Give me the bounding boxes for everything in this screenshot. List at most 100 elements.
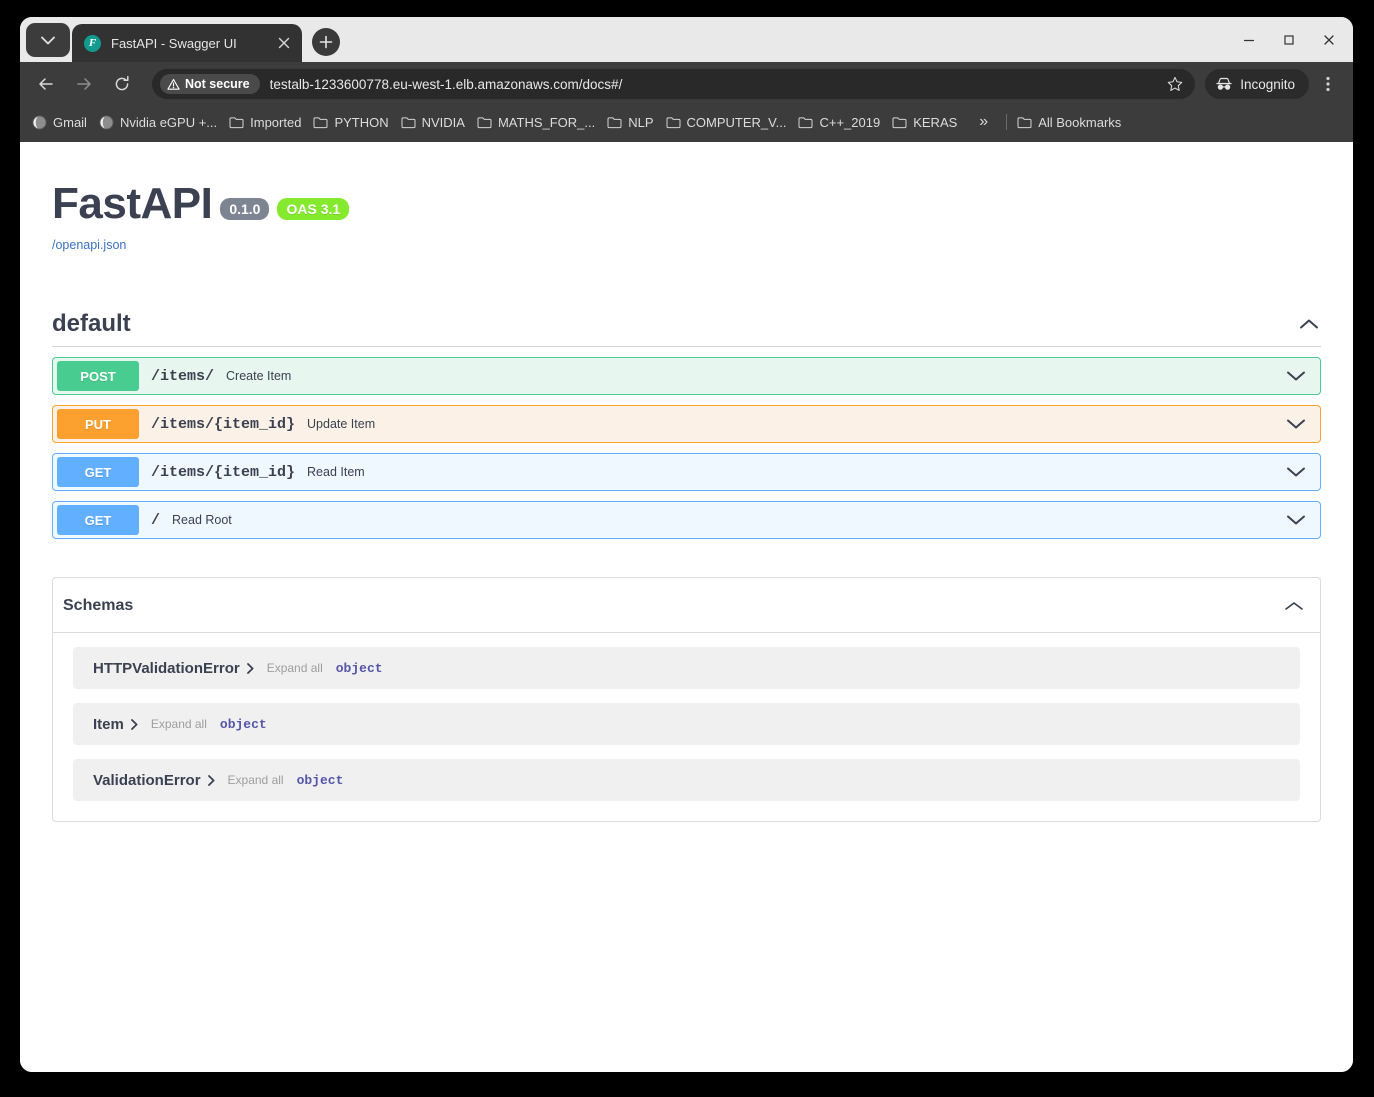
schema-expand-all-label[interactable]: Expand all [228,773,284,787]
incognito-indicator[interactable]: Incognito [1205,69,1309,99]
chevron-right-icon[interactable] [207,774,215,786]
maximize-button[interactable] [1271,22,1307,58]
schemas-collapse-chevron-up-icon[interactable] [1282,594,1306,618]
close-icon [1324,34,1334,45]
tag-header[interactable]: default [52,310,1321,347]
bookmarks-bar: Gmail Nvidia eGPU +... Imported PYTHON N… [20,106,1353,142]
chevron-up-icon [1285,602,1303,610]
chevron-right-icon[interactable] [246,662,254,674]
bookmark-label: NVIDIA [421,114,465,130]
tag-name: default [52,310,131,337]
bookmark-folder-keras[interactable]: KERAS [892,115,957,130]
new-tab-button[interactable] [312,28,340,56]
chevron-right-icon[interactable] [130,718,138,730]
back-button[interactable] [30,68,62,100]
tag-collapse-chevron-up-icon[interactable] [1297,312,1321,336]
api-version-badge: 0.1.0 [220,198,270,220]
http-method-badge: GET [57,457,139,487]
security-status-chip[interactable]: Not secure [160,74,260,94]
tab-search-button[interactable] [26,23,70,57]
all-bookmarks-label: All Bookmarks [1038,114,1122,130]
reload-button[interactable] [106,68,138,100]
bookmark-gmail[interactable]: Gmail [32,115,87,130]
bookmark-star-icon[interactable] [1161,70,1189,98]
bookmarks-overflow-button[interactable]: » [969,113,998,131]
page-title: FastAPI [52,179,213,228]
schema-type: object [219,716,267,732]
tab-close-icon[interactable] [274,33,294,53]
operation-expand-chevron-down-icon[interactable] [1284,460,1308,484]
operation-post-items[interactable]: POST /items/ Create Item [52,357,1321,395]
api-title-row: FastAPI 0.1.0 OAS 3.1 [52,182,1321,226]
schemas-block: Schemas HTTPValidationError Expand all o… [52,577,1321,822]
folder-icon [477,116,492,128]
folder-icon [1017,116,1032,128]
page-viewport: FastAPI 0.1.0 OAS 3.1 /openapi.json defa… [20,142,1353,1072]
operation-summary: Read Root [172,513,232,527]
tab-strip: F FastAPI - Swagger UI [20,17,1353,62]
browser-window: F FastAPI - Swagger UI Not secure testal… [20,17,1353,1072]
schemas-title: Schemas [63,597,134,614]
address-bar[interactable]: Not secure testalb-1233600778.eu-west-1.… [152,69,1196,99]
bookmark-label: KERAS [913,114,958,130]
operation-path: /items/{item_id} [151,463,296,481]
bookmark-label: NLP [628,114,654,130]
operation-get-root[interactable]: GET / Read Root [52,501,1321,539]
operation-summary: Create Item [226,369,292,383]
chevron-down-icon [1287,467,1305,477]
schema-row-item[interactable]: Item Expand all object [73,703,1300,745]
close-icon [278,37,290,49]
api-info-block: FastAPI 0.1.0 OAS 3.1 /openapi.json [52,182,1321,252]
window-controls [1227,17,1353,62]
folder-icon [892,116,907,128]
globe-icon [99,114,114,130]
operation-summary: Update Item [307,417,376,431]
close-button[interactable] [1311,22,1347,58]
operation-expand-chevron-down-icon[interactable] [1284,508,1308,532]
bookmark-folder-python[interactable]: PYTHON [313,115,389,130]
bookmark-folder-computer-v[interactable]: COMPUTER_V... [666,114,787,130]
operation-expand-chevron-down-icon[interactable] [1284,412,1308,436]
operation-expand-chevron-down-icon[interactable] [1284,364,1308,388]
forward-button[interactable] [68,68,100,100]
plus-icon [319,35,333,49]
all-bookmarks-button[interactable]: All Bookmarks [1017,115,1121,130]
browser-menu-button[interactable] [1313,69,1343,99]
chevron-down-icon [41,36,55,44]
bookmark-folder-nlp[interactable]: NLP [607,114,654,130]
schema-name: ValidationError [93,771,201,789]
bookmark-folder-nvidia[interactable]: NVIDIA [401,115,465,130]
operation-path: /items/ [151,367,215,385]
bookmark-folder-maths-for[interactable]: MATHS_FOR_... [477,115,595,130]
tab-title: FastAPI - Swagger UI [111,35,237,51]
operations-list: POST /items/ Create Item PUT /items/{ite… [52,357,1321,539]
schema-name: Item [93,715,124,733]
minimize-button[interactable] [1231,22,1267,58]
bookmark-folder-cpp-2019[interactable]: C++_2019 [798,115,880,130]
oas-version-badge: OAS 3.1 [277,198,350,220]
chevron-down-icon [1287,515,1305,525]
schema-expand-all-label[interactable]: Expand all [267,661,323,675]
schema-expand-all-label[interactable]: Expand all [151,717,207,731]
chevron-down-icon [1287,371,1305,381]
bookmark-label: COMPUTER_V... [686,114,787,130]
schemas-header[interactable]: Schemas [53,578,1320,633]
chevron-down-icon [1287,419,1305,429]
incognito-icon [1216,77,1232,90]
openapi-spec-link[interactable]: /openapi.json [52,238,1321,252]
schema-row-httpvalidationerror[interactable]: HTTPValidationError Expand all object [73,647,1300,689]
chevron-up-icon [1300,319,1318,329]
bookmark-nvidia-egpu[interactable]: Nvidia eGPU +... [99,115,217,130]
operation-get-items-itemid[interactable]: GET /items/{item_id} Read Item [52,453,1321,491]
schema-row-validationerror[interactable]: ValidationError Expand all object [73,759,1300,801]
url-text[interactable]: testalb-1233600778.eu-west-1.elb.amazona… [270,77,1162,92]
operation-put-items-itemid[interactable]: PUT /items/{item_id} Update Item [52,405,1321,443]
bookmark-folder-imported[interactable]: Imported [229,115,301,130]
star-icon [1167,76,1183,91]
browser-tab[interactable]: F FastAPI - Swagger UI [72,24,302,62]
back-arrow-icon [39,78,53,90]
bookmark-label: Imported [250,114,302,130]
schema-name: HTTPValidationError [93,659,240,677]
bookmarks-separator [1006,114,1008,130]
folder-icon [666,116,681,128]
